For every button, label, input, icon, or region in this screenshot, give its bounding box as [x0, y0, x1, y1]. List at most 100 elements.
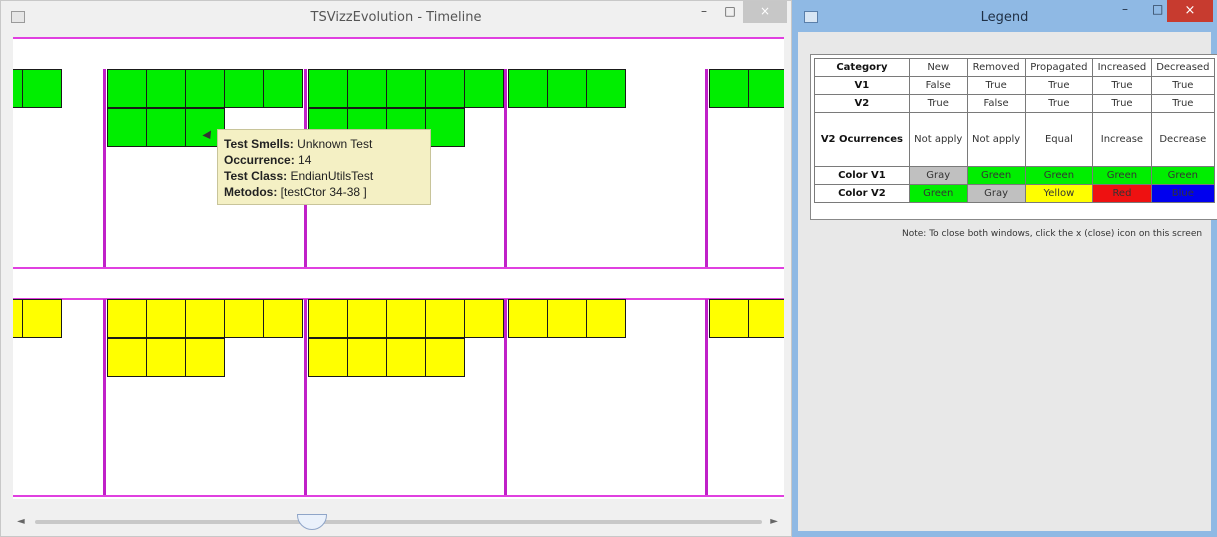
grid-line — [13, 495, 784, 497]
legend-header-cell: Decreased — [1150, 58, 1216, 77]
legend-header-cell: Propagated — [1024, 58, 1094, 77]
legend-cell: True — [1092, 94, 1152, 113]
maximize-button[interactable]: □ — [717, 1, 743, 23]
test-smell-cell[interactable] — [425, 299, 465, 338]
legend-cell: False — [966, 94, 1026, 113]
legend-header-cell: Removed — [966, 58, 1026, 77]
timeline-titlebar: TSVizzEvolution - Timeline – □ × — [1, 1, 791, 35]
legend-cell: True — [1092, 76, 1152, 95]
test-smell-cell[interactable] — [748, 299, 784, 338]
test-smell-cell[interactable] — [547, 299, 587, 338]
test-smell-cell[interactable] — [185, 299, 225, 338]
legend-window: Legend – □ × Category New Removed Propag… — [792, 0, 1217, 537]
close-button[interactable]: × — [743, 1, 787, 23]
tooltip-test-class-value: EndianUtilsTest — [290, 169, 374, 183]
legend-cell: Color V2 — [814, 184, 910, 203]
legend-color-swatch: Green — [908, 184, 968, 203]
legend-row-color-v1: Color V1 Gray Green Green Green Green — [814, 166, 1216, 185]
test-smell-cell[interactable] — [107, 108, 147, 147]
scrollbar-track[interactable] — [35, 520, 762, 524]
legend-header-cell: Increased — [1092, 58, 1152, 77]
legend-cell: Decrease — [1150, 112, 1216, 167]
tooltip-metodos-value: [testCtor 34-38 ] — [280, 185, 367, 199]
legend-row-v1: V1 False True True True True — [814, 76, 1216, 95]
legend-cell: True — [1150, 94, 1216, 113]
tooltip-test-class-label: Test Class: — [224, 169, 288, 183]
legend-cell: False — [908, 76, 968, 95]
test-smell-cell[interactable] — [425, 338, 465, 377]
test-smell-cell[interactable] — [308, 299, 348, 338]
test-smell-cell[interactable] — [347, 299, 387, 338]
minimize-button[interactable]: – — [691, 1, 717, 23]
test-smell-cell[interactable] — [386, 338, 426, 377]
minimize-button[interactable]: – — [1122, 2, 1128, 16]
legend-table-container: Category New Removed Propagated Increase… — [810, 54, 1217, 220]
test-smell-cell[interactable] — [709, 69, 749, 108]
test-smell-cell[interactable] — [22, 299, 62, 338]
test-smell-cell[interactable] — [224, 69, 264, 108]
legend-color-swatch: Gray — [966, 184, 1026, 203]
tooltip-occurrence-value: 14 — [298, 153, 312, 167]
test-smell-cell[interactable] — [107, 69, 147, 108]
scroll-left-arrow-icon[interactable]: ◄ — [17, 516, 25, 527]
test-smell-cell[interactable] — [146, 299, 186, 338]
test-smell-cell[interactable] — [709, 299, 749, 338]
test-smell-cell[interactable] — [748, 69, 784, 108]
legend-cell: True — [966, 76, 1026, 95]
test-smell-cell[interactable] — [586, 69, 626, 108]
legend-color-swatch: Green — [1150, 166, 1216, 185]
test-smell-cell[interactable] — [386, 299, 426, 338]
version-separator — [705, 299, 708, 495]
test-smell-cell[interactable] — [508, 299, 548, 338]
test-smell-cell[interactable] — [464, 69, 504, 108]
test-smell-cell[interactable] — [146, 69, 186, 108]
test-smell-cell[interactable] — [22, 69, 62, 108]
version-separator — [103, 299, 106, 495]
legend-color-swatch: Red — [1092, 184, 1152, 203]
test-smell-cell[interactable] — [263, 69, 303, 108]
legend-color-swatch: Gray — [908, 166, 968, 185]
close-button[interactable]: × — [1167, 0, 1213, 22]
legend-cell: True — [1024, 76, 1094, 95]
test-smell-cell[interactable] — [586, 299, 626, 338]
scrollbar-thumb[interactable] — [297, 514, 327, 530]
timeline-window: TSVizzEvolution - Timeline – □ × Test Sm… — [0, 0, 792, 537]
test-smell-cell[interactable] — [508, 69, 548, 108]
test-smell-cell[interactable] — [185, 69, 225, 108]
legend-cell: V2 — [814, 94, 910, 113]
version-separator — [504, 69, 507, 267]
legend-titlebar: Legend – □ × — [792, 0, 1217, 32]
test-smell-cell[interactable] — [308, 69, 348, 108]
legend-color-swatch: Green — [966, 166, 1026, 185]
legend-table: Category New Removed Propagated Increase… — [814, 58, 1216, 203]
test-smell-cell[interactable] — [107, 299, 147, 338]
legend-header-cell: New — [908, 58, 968, 77]
tooltip-test-smells-value: Unknown Test — [297, 137, 373, 151]
legend-client-area: Category New Removed Propagated Increase… — [798, 32, 1217, 531]
test-smell-cell[interactable] — [146, 108, 186, 147]
test-smell-cell[interactable] — [347, 69, 387, 108]
tooltip-occurrence-label: Occurrence: — [224, 153, 295, 167]
test-smell-cell[interactable] — [308, 338, 348, 377]
test-smell-cell[interactable] — [425, 69, 465, 108]
test-smell-cell[interactable] — [425, 108, 465, 147]
test-smell-cell[interactable] — [263, 299, 303, 338]
test-smell-cell[interactable] — [464, 299, 504, 338]
legend-row-v2: V2 True False True True True — [814, 94, 1216, 113]
horizontal-scrollbar[interactable]: ◄ ► — [13, 513, 784, 531]
test-smell-cell[interactable] — [185, 338, 225, 377]
legend-cell: True — [1024, 94, 1094, 113]
version-separator — [504, 299, 507, 495]
test-smell-cell[interactable] — [386, 69, 426, 108]
legend-cell: Equal — [1024, 112, 1094, 167]
maximize-button[interactable]: □ — [1152, 2, 1163, 16]
test-smell-cell[interactable] — [347, 338, 387, 377]
test-smell-cell[interactable] — [547, 69, 587, 108]
legend-header-row: Category New Removed Propagated Increase… — [814, 58, 1216, 77]
scroll-right-arrow-icon[interactable]: ► — [770, 516, 778, 527]
legend-note: Note: To close both windows, click the x… — [902, 229, 1203, 239]
test-smell-cell[interactable] — [146, 338, 186, 377]
test-smell-cell[interactable] — [224, 299, 264, 338]
test-smell-cell[interactable] — [107, 338, 147, 377]
legend-cell: Color V1 — [814, 166, 910, 185]
